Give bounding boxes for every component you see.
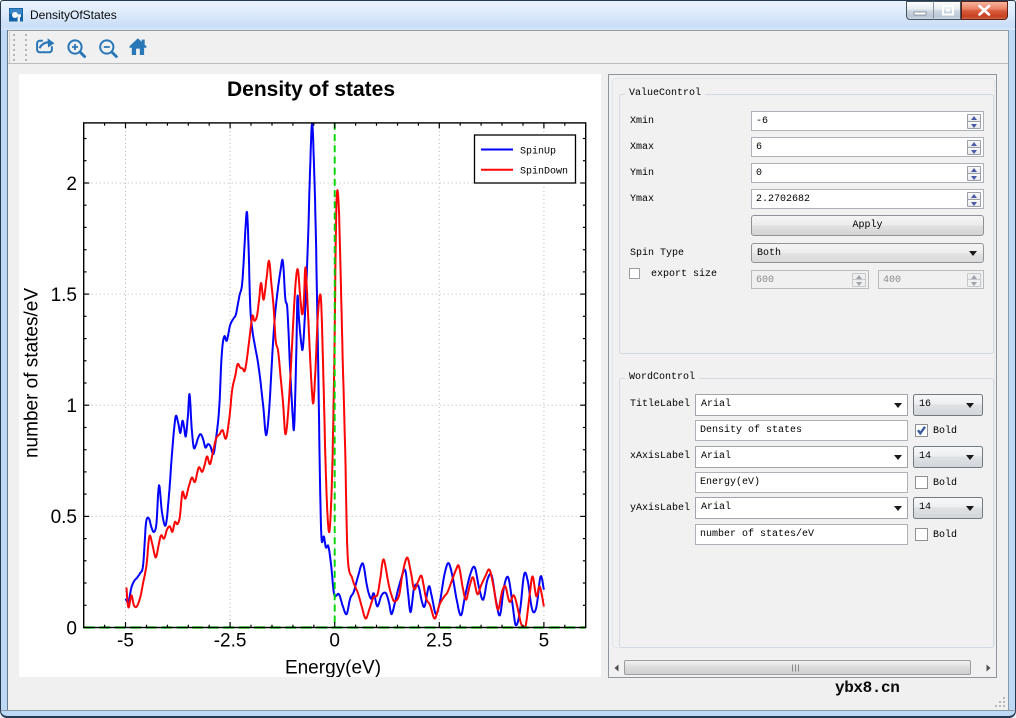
svg-text:2: 2: [66, 174, 77, 195]
svg-text:1: 1: [66, 396, 77, 417]
svg-text:0.5: 0.5: [51, 507, 77, 528]
svg-text:-2.5: -2.5: [214, 631, 247, 652]
svg-text:0: 0: [329, 631, 340, 652]
svg-text:SpinUp: SpinUp: [520, 145, 556, 157]
svg-text:2.5: 2.5: [426, 631, 452, 652]
svg-text:5: 5: [539, 631, 550, 652]
svg-text:Density of states: Density of states: [227, 78, 395, 101]
svg-text:SpinDown: SpinDown: [520, 166, 568, 178]
svg-text:number of states/eV: number of states/eV: [22, 288, 43, 458]
svg-text:-5: -5: [117, 631, 134, 652]
svg-text:Energy(eV): Energy(eV): [285, 658, 381, 677]
svg-text:0: 0: [66, 618, 77, 639]
svg-text:1.5: 1.5: [51, 285, 77, 306]
